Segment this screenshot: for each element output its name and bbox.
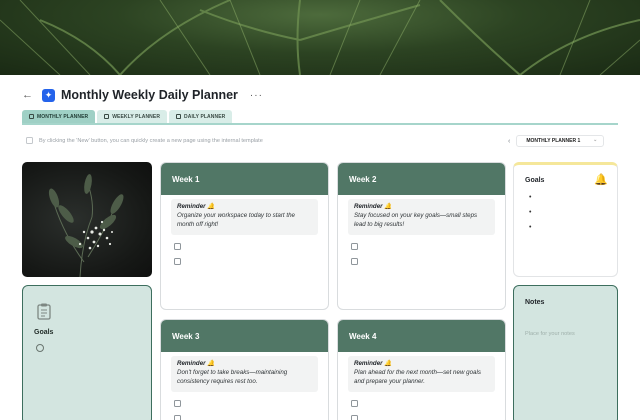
todo-checkbox[interactable] <box>174 414 181 420</box>
reminder-text: Stay focused on your key goals—small ste… <box>354 212 478 229</box>
goals-list <box>529 194 531 239</box>
reminder-title: Reminder 🔔 <box>177 203 215 210</box>
tab-monthly-planner[interactable]: MONTHLY PLANNER <box>22 110 96 123</box>
month-select-value: MONTHLY PLANNER 1 <box>526 138 581 144</box>
chevron-down-icon: ⌄ <box>593 137 598 143</box>
week-card-2[interactable]: Week 2 Reminder 🔔 Stay focused on your k… <box>337 162 506 310</box>
todo-checkbox[interactable] <box>351 242 358 250</box>
view-tabs: MONTHLY PLANNER WEEKLY PLANNER DAILY PLA… <box>22 110 233 123</box>
reminder-title: Reminder 🔔 <box>354 203 392 210</box>
todo-checkbox[interactable] <box>174 257 181 265</box>
planner-app-icon: ✦ <box>42 88 55 102</box>
week-card-4[interactable]: Week 4 Reminder 🔔 Plan ahead for the nex… <box>337 319 506 420</box>
list-item[interactable] <box>529 224 531 239</box>
week-card-3[interactable]: Week 3 Reminder 🔔 Don't forget to take b… <box>160 319 329 420</box>
todo-checkbox[interactable] <box>174 242 181 250</box>
tab-underline <box>22 123 618 125</box>
cover-image <box>0 0 640 75</box>
goal-radio[interactable] <box>36 344 44 352</box>
week-title: Week 4 <box>338 320 505 352</box>
reminder-text: Plan ahead for the next month—set new go… <box>354 369 481 386</box>
month-switcher: ‹ MONTHLY PLANNER 1 ⌄ <box>508 135 605 147</box>
clipboard-icon <box>37 303 51 320</box>
week-title: Week 3 <box>161 320 328 352</box>
prev-month-icon[interactable]: ‹ <box>508 138 510 145</box>
goals-card-right[interactable]: Goals 🔔 <box>513 162 618 277</box>
week-card-1[interactable]: Week 1 Reminder 🔔 Organize your workspac… <box>160 162 329 310</box>
reminder-box: Reminder 🔔 Stay focused on your key goal… <box>348 199 495 235</box>
reminder-box: Reminder 🔔 Plan ahead for the next month… <box>348 356 495 392</box>
tab-daily-planner[interactable]: DAILY PLANNER <box>169 110 233 123</box>
reminder-box: Reminder 🔔 Don't forget to take breaks—m… <box>171 356 318 392</box>
table-view-icon <box>29 114 34 119</box>
tab-weekly-planner[interactable]: WEEKLY PLANNER <box>97 110 168 123</box>
todo-checkbox[interactable] <box>351 257 358 265</box>
todo-checkbox[interactable] <box>174 399 181 407</box>
todo-checkbox[interactable] <box>351 414 358 420</box>
reminder-title: Reminder 🔔 <box>354 360 392 367</box>
goals-card-left[interactable]: Goals <box>22 285 152 420</box>
notes-card[interactable]: Notes Place for your notes <box>513 285 618 420</box>
hint-text: By clicking the 'New' button, you can qu… <box>39 137 263 144</box>
goals-title: Goals <box>34 329 54 336</box>
hint-checkbox[interactable] <box>26 137 33 144</box>
more-options-button[interactable]: ··· <box>250 90 263 101</box>
bell-icon: 🔔 <box>594 174 608 186</box>
week-title: Week 2 <box>338 163 505 195</box>
week-title: Week 1 <box>161 163 328 195</box>
notes-placeholder[interactable]: Place for your notes <box>525 331 575 337</box>
table-view-icon <box>104 114 110 119</box>
reminder-text: Organize your workspace today to start t… <box>177 212 295 229</box>
table-view-icon <box>176 114 182 119</box>
month-select[interactable]: MONTHLY PLANNER 1 ⌄ <box>516 135 605 147</box>
notes-title: Notes <box>525 299 545 306</box>
goals-title: Goals <box>525 177 545 184</box>
template-hint: By clicking the 'New' button, you can qu… <box>26 137 263 144</box>
flower-photo <box>22 162 152 277</box>
list-item[interactable] <box>529 209 531 224</box>
reminder-title: Reminder 🔔 <box>177 360 215 367</box>
page-title: Monthly Weekly Daily Planner <box>61 88 238 102</box>
reminder-text: Don't forget to take breaks—maintaining … <box>177 369 288 386</box>
list-item[interactable] <box>529 194 531 209</box>
reminder-box: Reminder 🔔 Organize your workspace today… <box>171 199 318 235</box>
todo-checkbox[interactable] <box>351 399 358 407</box>
back-arrow-icon[interactable]: ← <box>22 89 36 101</box>
title-row: ← ✦ Monthly Weekly Daily Planner ··· <box>22 86 263 104</box>
